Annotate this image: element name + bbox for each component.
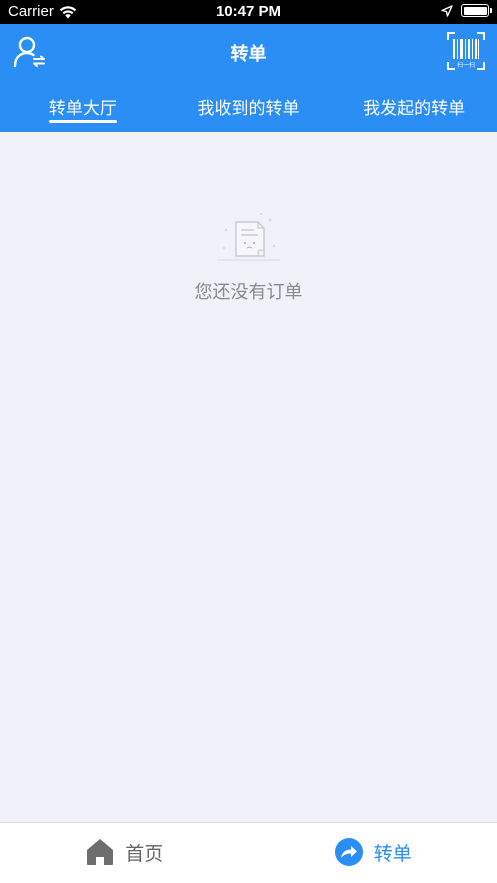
status-bar: Carrier 10:47 PM (0, 0, 497, 24)
empty-document-icon (218, 213, 280, 261)
battery-icon (461, 4, 492, 17)
navigation-bar: 转单 扫一扫 (0, 24, 497, 80)
tab-transfer-hall[interactable]: 转单大厅 (0, 80, 166, 132)
bottom-tab-bar: 首页 转单 (0, 822, 497, 883)
empty-state-message: 您还没有订单 (194, 282, 303, 303)
tab-initiated-transfers[interactable]: 我发起的转单 (331, 80, 497, 132)
tabbar-item-home[interactable]: 首页 (0, 823, 249, 883)
location-arrow-icon (441, 4, 453, 17)
home-icon (87, 839, 114, 865)
barcode-scan-icon[interactable]: 扫一扫 (447, 32, 485, 70)
status-time: 10:47 PM (215, 3, 282, 20)
segment-tabs: 转单大厅 我收到的转单 我发起的转单 (0, 80, 497, 132)
status-right (441, 4, 492, 17)
scan-label: 扫一扫 (457, 61, 475, 69)
tabbar-label-transfer: 转单 (373, 842, 412, 865)
content-area: 您还没有订单 (0, 132, 497, 822)
tab-received-transfers[interactable]: 我收到的转单 (166, 80, 332, 132)
share-arrow-icon (334, 838, 363, 866)
page-title: 转单 (230, 44, 267, 65)
tabbar-label-home: 首页 (125, 842, 164, 865)
tabbar-item-transfer[interactable]: 转单 (249, 823, 497, 883)
